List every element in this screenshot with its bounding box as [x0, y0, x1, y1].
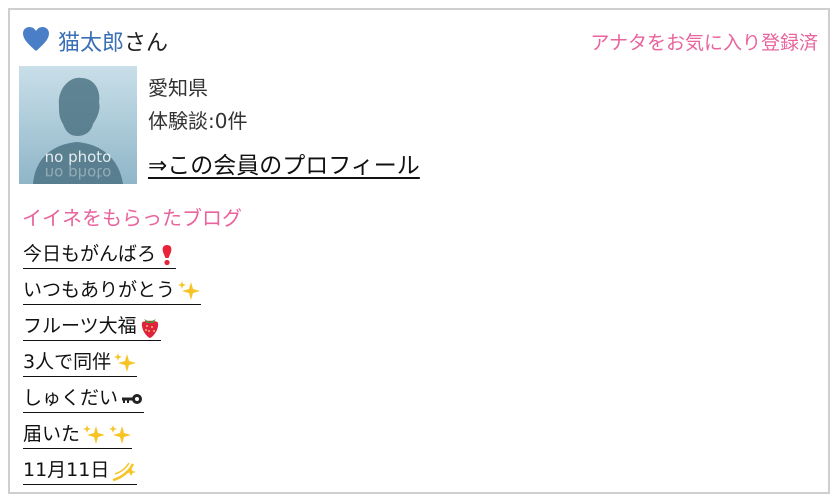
blog-link[interactable]: 11月11日 [23, 457, 138, 485]
sparkles-icon [178, 280, 201, 300]
avatar[interactable]: no photo no photo [19, 66, 137, 184]
key-icon [122, 393, 143, 404]
member-name-link[interactable]: 猫太郎 [58, 25, 124, 57]
blog-title: 11月11日 [23, 459, 110, 481]
blog-link[interactable]: いつもありがとう [23, 277, 202, 305]
sparkles-icon [114, 352, 137, 372]
profile-link[interactable]: ⇒この会員のプロフィール [148, 146, 420, 180]
blog-title: フルーツ大福 [23, 315, 137, 337]
svg-text:no photo: no photo [45, 164, 112, 182]
blog-title: 届いた [23, 423, 81, 445]
list-item: 3人で同伴 [23, 349, 201, 385]
no-photo-placeholder-icon: no photo no photo [19, 66, 137, 184]
blog-title: しゅくだい [23, 387, 119, 409]
shooting-star-icon [113, 462, 137, 481]
blog-title: 今日もがんばろ [23, 243, 157, 265]
member-header: 猫太郎 さん アナタをお気に入り登録済 [22, 22, 818, 57]
list-item: フルーツ大福 [23, 313, 201, 349]
heart-icon [23, 27, 49, 51]
list-item: 11月11日 [23, 457, 201, 493]
favorite-status-label: アナタをお気に入り登録済 [590, 32, 818, 54]
exclamation-icon [162, 244, 172, 265]
blog-title: いつもありがとう [23, 279, 176, 301]
blog-link[interactable]: 今日もがんばろ [23, 241, 177, 269]
liked-blogs-heading: イイネをもらったブログ [22, 206, 242, 230]
member-review-count: 体験談:0件 [148, 109, 248, 133]
list-item: いつもありがとう [23, 277, 202, 313]
strawberry-icon [141, 318, 158, 338]
blog-link[interactable]: フルーツ大福 [23, 313, 161, 341]
list-item: 今日もがんばろ [23, 241, 201, 277]
member-card: 猫太郎 さん アナタをお気に入り登録済 no photo no photo 愛知… [8, 8, 830, 494]
blog-link[interactable]: しゅくだい [23, 385, 145, 413]
name-suffix: さん [124, 31, 169, 56]
avatar-text: no photo [45, 148, 112, 166]
blog-link[interactable]: 届いた [23, 421, 133, 449]
list-item: しゅくだい [23, 385, 201, 421]
blog-title: 3人で同伴 [23, 351, 112, 373]
blog-link[interactable]: 3人で同伴 [23, 349, 138, 377]
double-sparkles-icon [83, 424, 132, 444]
list-item: 届いた [23, 421, 201, 457]
liked-blogs-list: 今日もがんばろ いつもありがとう フルーツ大福 3人で同伴 しゅくだい 届いた … [23, 241, 202, 493]
member-prefecture: 愛知県 [148, 76, 208, 100]
